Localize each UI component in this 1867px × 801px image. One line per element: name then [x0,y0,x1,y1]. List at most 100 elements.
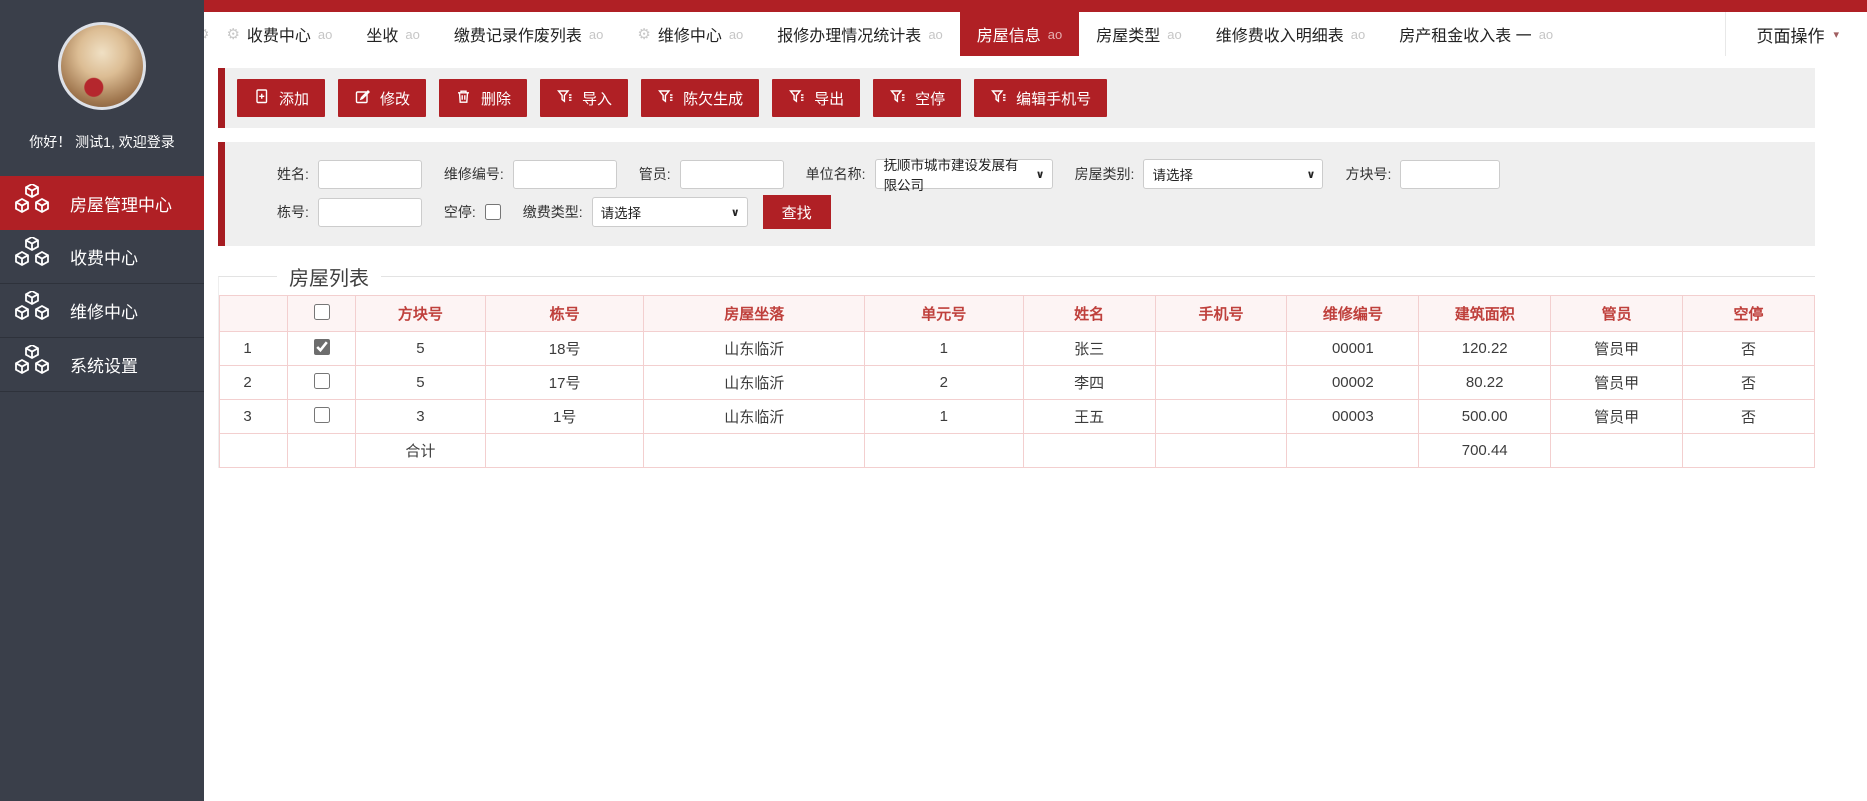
table-cell: 1 [864,400,1023,434]
totals-empty-cell [644,434,864,468]
house-type-select[interactable]: 请选择 ∨ [1143,159,1323,189]
toolbar-button-0[interactable]: 添加 [237,79,325,117]
tab-8[interactable]: 房产租金收入表 一 ao [1382,12,1570,56]
tab-label: 房产租金收入表 一 [1399,22,1531,46]
tab-close-icon[interactable]: ao [1048,27,1062,42]
toolbar-button-label: 编辑手机号 [1016,88,1091,109]
tab-label: 收费中心 [247,22,311,46]
tab-label: 维修中心 [658,22,722,46]
sidebar-item-label: 收费中心 [70,244,138,269]
table-cell: 管员甲 [1551,332,1683,366]
tab-5[interactable]: 房屋信息 ao [960,12,1079,56]
table-cell: 00002 [1287,366,1419,400]
tab-close-icon[interactable]: ao [1167,27,1181,42]
cube-stack-icon [15,291,55,330]
toolbar-button-6[interactable]: 空停 [873,79,961,117]
table-cell: 否 [1683,400,1815,434]
totals-empty-cell [1683,434,1815,468]
block-no-input[interactable] [1400,160,1500,189]
table-row[interactable]: 2517号山东临沂2李四0000280.22管员甲否 [220,366,1815,400]
tab-close-icon[interactable]: ao [589,27,603,42]
toolbar-button-7[interactable]: 编辑手机号 [974,79,1107,117]
toolbar-button-label: 添加 [279,88,309,109]
tab-close-icon[interactable]: ao [405,27,419,42]
totals-empty-cell [485,434,644,468]
vacant-checkbox[interactable] [485,204,501,220]
row-checkbox[interactable] [314,339,330,355]
toolbar-button-5[interactable]: 导出 [772,79,860,117]
tab-2[interactable]: 缴费记录作废列表ao [437,12,620,56]
toolbar: 添加 修改 删除 导入陈欠生成导出 空停 编辑手机号 [218,68,1815,128]
tab-close-icon[interactable]: ao [318,27,332,42]
main-content: ⚙ ⚙收费中心ao坐收ao缴费记录作废列表ao⚙维修中心ao报修办理情况统计表a… [204,0,1867,801]
repair-no-input[interactable] [513,160,617,189]
chevron-down-icon: ∨ [1307,168,1316,181]
fee-type-selected-value: 请选择 [601,202,642,222]
table-cell [1155,400,1287,434]
name-input[interactable] [318,160,422,189]
tab-close-icon[interactable]: ao [1351,27,1365,42]
toolbar-button-label: 删除 [481,88,511,109]
gear-icon: ⚙ [637,25,650,43]
tab-label: 房屋类型 [1096,22,1160,46]
tab-close-icon[interactable]: ao [1539,27,1553,42]
cube-stack-icon [15,237,55,276]
table-cell: 5 [356,332,486,366]
row-checkbox[interactable] [314,407,330,423]
page-operations-menu[interactable]: 页面操作 ▾ [1725,12,1867,56]
table-cell: 1号 [485,400,644,434]
table-cell: 1 [864,332,1023,366]
toolbar-button-3[interactable]: 导入 [540,79,628,117]
search-button[interactable]: 查找 [763,195,831,229]
totals-empty-cell [220,434,288,468]
toolbar-button-2[interactable]: 删除 [439,79,527,117]
tab-7[interactable]: 维修费收入明细表ao [1199,12,1382,56]
house-type-selected-value: 请选择 [1152,164,1193,184]
table-cell: 管员甲 [1551,366,1683,400]
house-table: 方块号栋号房屋坐落单元号姓名手机号维修编号建筑面积管员空停1518号山东临沂1张… [219,295,1815,468]
toolbar-button-4[interactable]: 陈欠生成 [641,79,759,117]
filter-icon [889,88,906,109]
sidebar-item-0[interactable]: 房屋管理中心 [0,176,204,230]
unit-name-label: 单位名称: [806,164,866,184]
tab-3[interactable]: ⚙ 维修中心 ao [620,12,760,56]
sidebar-item-2[interactable]: 维修中心 [0,284,204,338]
column-header: 姓名 [1023,296,1155,332]
page-operations-label: 页面操作 [1756,22,1824,47]
tab-4[interactable]: 报修办理情况统计表 ao [760,12,959,56]
tab-close-icon[interactable]: ao [729,27,743,42]
table-cell: 500.00 [1419,400,1551,434]
block-no-label: 方块号: [1345,164,1391,184]
tab-label: 房屋信息 [977,22,1041,46]
totals-empty-cell [1287,434,1419,468]
tab-6[interactable]: 房屋类型 ao [1079,12,1198,56]
select-all-checkbox[interactable] [314,304,330,320]
column-header: 栋号 [485,296,644,332]
sidebar-item-3[interactable]: 系统设置 [0,338,204,392]
table-cell [1155,366,1287,400]
table-cell: 3 [356,400,486,434]
tab-label: 报修办理情况统计表 [777,22,921,46]
manager-input[interactable] [680,160,784,189]
sidebar-item-1[interactable]: 收费中心 [0,230,204,284]
tab-1[interactable]: 坐收 ao [349,12,436,56]
tab-bar: ⚙ ⚙收费中心ao坐收ao缴费记录作废列表ao⚙维修中心ao报修办理情况统计表a… [204,12,1867,56]
building-no-label: 栋号: [277,202,309,222]
filter-icon [990,88,1007,109]
add-file-icon [253,88,270,109]
table-cell: 00003 [1287,400,1419,434]
row-checkbox[interactable] [314,373,330,389]
table-row[interactable]: 331号山东临沂1王五00003500.00管员甲否 [220,400,1815,434]
fee-type-label: 缴费类型: [523,202,583,222]
table-row[interactable]: 1518号山东临沂1张三00001120.22管员甲否 [220,332,1815,366]
toolbar-button-1[interactable]: 修改 [338,79,426,117]
table-cell: 否 [1683,366,1815,400]
tab-0[interactable]: ⚙收费中心ao [209,12,349,56]
toolbar-button-label: 空停 [915,88,945,109]
totals-empty-cell [864,434,1023,468]
unit-name-select[interactable]: 抚顺市城市建设发展有限公司 ∨ [875,159,1053,189]
tab-close-icon[interactable]: ao [928,27,942,42]
building-no-input[interactable] [318,198,422,227]
tab-label: 坐收 [366,22,398,46]
fee-type-select[interactable]: 请选择 ∨ [592,197,748,227]
